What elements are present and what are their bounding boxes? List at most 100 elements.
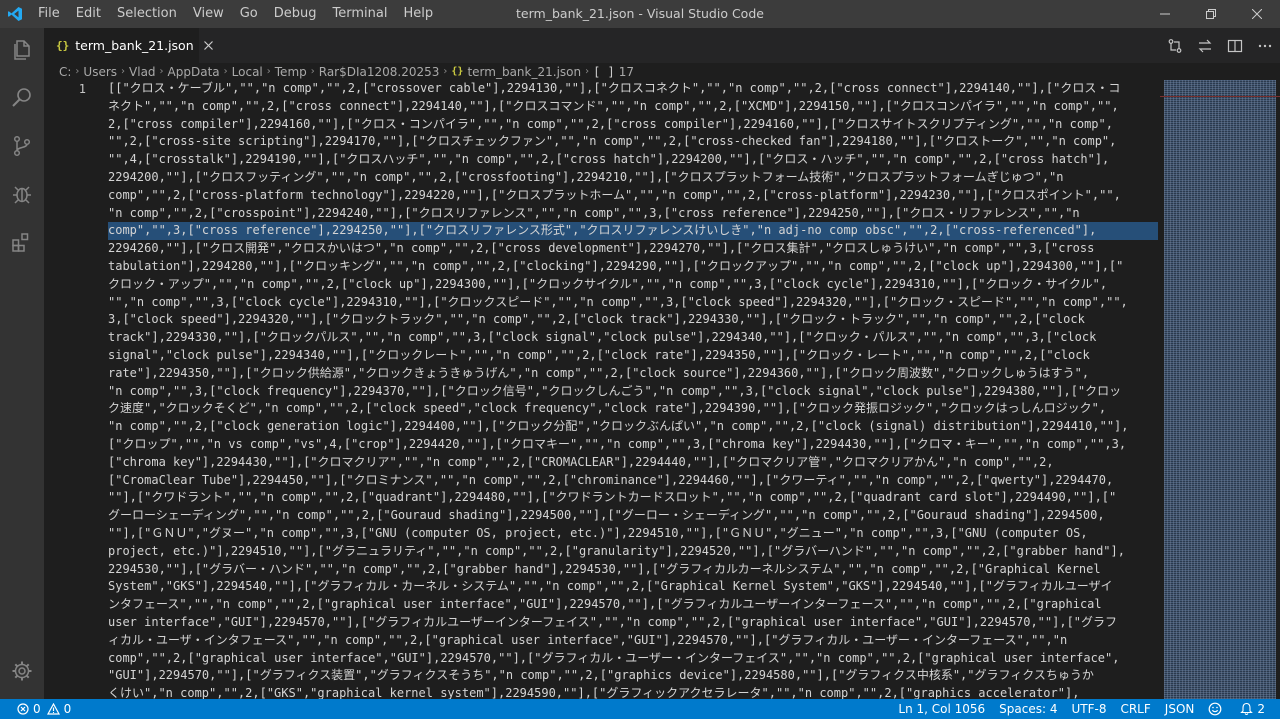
warning-count: 0 [63, 702, 72, 716]
menu-terminal[interactable]: Terminal [325, 0, 396, 28]
vscode-logo-icon [0, 0, 30, 28]
explorer-button[interactable] [0, 30, 44, 70]
code-line[interactable]: ィカル・ユーザ・インタフェース","","n comp","",2,["grap… [108, 632, 1158, 650]
code-line[interactable]: ["chroma key"],2294430,""],["クロマクリア","",… [108, 454, 1158, 472]
source-control-button[interactable] [0, 126, 44, 166]
code-line[interactable]: "","n comp","",3,["clock cycle"],2294310… [108, 294, 1158, 312]
code-line[interactable]: System","GKS"],2294540,""],["グラフィカル・カーネル… [108, 578, 1158, 596]
end-of-line[interactable]: CRLF [1113, 699, 1157, 719]
search-button[interactable] [0, 78, 44, 118]
ellipsis-icon [1258, 44, 1272, 47]
menu-debug[interactable]: Debug [266, 0, 325, 28]
title-bar: File Edit Selection View Go Debug Termin… [0, 0, 1280, 28]
code-line[interactable]: 2294200,""],["クロスフッティング","","n comp","",… [108, 169, 1158, 187]
breadcrumb-item[interactable]: Rar$DIa1208.20253 [319, 65, 440, 79]
more-actions-button[interactable] [1250, 28, 1280, 63]
code-line[interactable]: グーローシェーディング","","n comp","",2,["Gouraud … [108, 507, 1158, 525]
code-line[interactable]: 2294260,""],["クロス開発","クロスかいはつ","n comp",… [108, 240, 1158, 258]
open-changes-button[interactable] [1160, 28, 1190, 63]
code-line[interactable]: "n comp","",2,["crosspoint"],2294240,""]… [108, 205, 1158, 223]
code-line[interactable]: track"],2294330,""],["クロックパルス","","n com… [108, 329, 1158, 347]
breadcrumb-item[interactable]: Vlad [129, 65, 156, 79]
smiley-icon [1208, 702, 1222, 716]
code-line[interactable]: "GUI"],2294570,""],["グラフィクス装置","グラフィクスそう… [108, 667, 1158, 685]
notifications-button[interactable]: 2 [1233, 699, 1272, 719]
code-line[interactable]: 3,["clock speed"],2294320,""],["クロックトラック… [108, 311, 1158, 329]
error-count: 0 [33, 702, 41, 716]
source-control-icon [13, 135, 31, 157]
code-line[interactable]: comp","",2,["graphical user interface","… [108, 650, 1158, 668]
tab-term-bank-21-json[interactable]: {} term_bank_21.json [44, 28, 213, 63]
feedback-button[interactable] [1201, 699, 1233, 719]
menu-help[interactable]: Help [395, 0, 441, 28]
code-line[interactable]: "n comp","",3,["clock frequency"],229437… [108, 383, 1158, 401]
menu-edit[interactable]: Edit [68, 0, 109, 28]
code-line[interactable]: ンタフェース","","n comp","",2,["graphical use… [108, 596, 1158, 614]
code-line[interactable]: ["クロップ","","n vs comp","vs",4,["crop"],2… [108, 436, 1158, 454]
code-line[interactable]: 2,["cross compiler"],2294160,""],["クロス・コ… [108, 116, 1158, 134]
code-line[interactable]: "",2,["cross-site scripting"],2294170,""… [108, 133, 1158, 151]
code-line[interactable]: ""],["ＧＮＵ","グヌー","n comp","",3,["GNU (co… [108, 525, 1158, 543]
chevron-right-icon: › [75, 66, 80, 77]
chevron-right-icon: › [223, 66, 228, 77]
code-line[interactable]: "n comp","",2,["clock generation logic"]… [108, 418, 1158, 436]
code-line[interactable]: rate"],2294350,""],["クロック供給源","クロックきょうきゅ… [108, 365, 1158, 383]
breadcrumb-item[interactable]: Local [232, 65, 263, 79]
code-line[interactable]: comp","",3,["cross reference"],2294250,"… [108, 222, 1158, 241]
extensions-icon [12, 233, 29, 252]
split-editor-button[interactable] [1220, 28, 1250, 63]
close-icon [203, 41, 213, 50]
indentation[interactable]: Spaces: 4 [992, 699, 1064, 719]
close-window-button[interactable] [1234, 0, 1280, 28]
debug-button[interactable] [0, 174, 44, 214]
code-line[interactable]: クロック・アップ","","n comp","",2,["clock up"],… [108, 276, 1158, 294]
close-tab-button[interactable] [203, 38, 213, 54]
encoding[interactable]: UTF-8 [1064, 699, 1113, 719]
code-line[interactable]: "",4,["crosstalk"],2294190,""],["クロスハッチ"… [108, 151, 1158, 169]
restore-button[interactable] [1188, 0, 1234, 28]
breadcrumb-array-node[interactable]: 17 [619, 65, 634, 79]
minimize-button[interactable] [1142, 0, 1188, 28]
code-line[interactable]: ネクト","","n comp","",2,["cross connect"],… [108, 98, 1158, 116]
menu-file[interactable]: File [30, 0, 68, 28]
code-line[interactable]: signal","clock pulse"],2294340,""],["クロッ… [108, 347, 1158, 365]
json-file-icon: {} [451, 66, 464, 77]
toggle-inline-diff-button[interactable] [1190, 28, 1220, 63]
breadcrumb-item[interactable]: Temp [275, 65, 307, 79]
code-line[interactable]: ク速度","クロックそくど","n comp","",2,["clock spe… [108, 400, 1158, 418]
menu-view[interactable]: View [185, 0, 232, 28]
error-icon [17, 703, 29, 715]
code-line[interactable]: [["クロス・ケーブル","","n comp","",2,["crossove… [108, 80, 1158, 98]
problems-indicator[interactable]: 0 0 [10, 699, 78, 719]
breadcrumb-item[interactable]: C: [59, 65, 71, 79]
cursor-position[interactable]: Ln 1, Col 1056 [891, 699, 992, 719]
chevron-right-icon: › [159, 66, 164, 77]
breadcrumb-item[interactable]: AppData [168, 65, 220, 79]
minimap-slider[interactable] [1164, 80, 1276, 699]
menu-selection[interactable]: Selection [109, 0, 185, 28]
tab-bar: {} term_bank_21.json [44, 28, 1280, 63]
files-icon [14, 40, 30, 60]
code-editor[interactable]: 1 [["クロス・ケーブル","","n comp","",2,["crosso… [44, 80, 1160, 699]
breadcrumb-file[interactable]: term_bank_21.json [467, 65, 581, 79]
chevron-right-icon: › [310, 66, 315, 77]
activity-bar [0, 28, 44, 699]
code-line[interactable]: user interface","GUI"],2294570,""],["グラフ… [108, 614, 1158, 632]
chevron-right-icon: › [121, 66, 126, 77]
manage-button[interactable] [0, 651, 44, 691]
code-line[interactable]: 2294530,""],["グラバー・ハンド","","n comp","",2… [108, 561, 1158, 579]
language-mode[interactable]: JSON [1158, 699, 1202, 719]
code-line[interactable]: tabulation"],2294280,""],["クロッキング","","n… [108, 258, 1158, 276]
minimap[interactable] [1160, 80, 1280, 699]
extensions-button[interactable] [0, 222, 44, 262]
code-line[interactable]: くけい","n comp","",2,["GKS","graphical ker… [108, 685, 1158, 699]
breadcrumb: C: › Users › Vlad › AppData › Local › Te… [44, 63, 1280, 80]
code-line[interactable]: ["CromaClear Tube"],2294450,""],["クロミナンス… [108, 472, 1158, 490]
code-line[interactable]: ""],["クワドラント","","n comp","",2,["quadran… [108, 489, 1158, 507]
breadcrumb-item[interactable]: Users [83, 65, 117, 79]
tab-label: term_bank_21.json [75, 38, 194, 53]
menu-go[interactable]: Go [232, 0, 266, 28]
code-line[interactable]: project, etc.)"],2294510,""],["グラニュラリティ"… [108, 543, 1158, 561]
code-line[interactable]: comp","",2,["cross-platform technology"]… [108, 187, 1158, 205]
json-file-icon: {} [56, 39, 70, 52]
